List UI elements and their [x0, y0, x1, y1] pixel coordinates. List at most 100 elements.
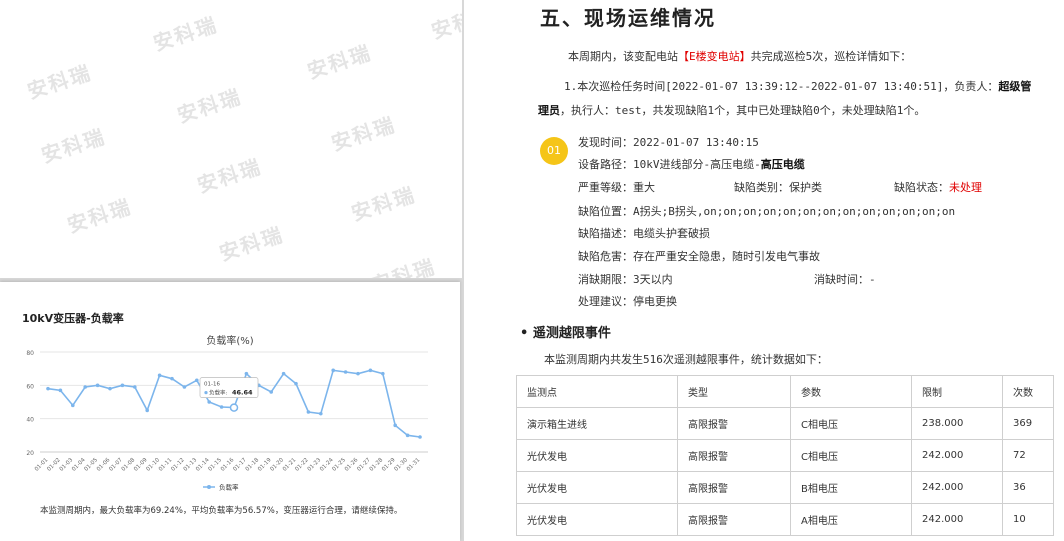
highlight-point [229, 403, 239, 412]
table-cell: B相电压 [790, 471, 912, 504]
data-point [195, 378, 199, 383]
data-point [269, 390, 274, 394]
defect-deadline: 消缺期限：3天以内 [578, 273, 673, 286]
data-point [46, 386, 50, 391]
page-right: 五、现场运维情况 本周期内，该变配电站【E楼变电站】共完成巡检5次，巡检详情如下… [464, 0, 1064, 541]
section-title: 五、现场运维情况 [540, 6, 716, 30]
table-row: 光伏发电 高限报警 B相电压 242.000 36 [516, 471, 1054, 504]
data-point [356, 371, 360, 376]
table-cell: 光伏发电 [516, 439, 678, 472]
table-cell: C相电压 [790, 439, 912, 472]
data-point [418, 435, 422, 439]
data-point [133, 385, 137, 389]
table-cell: C相电压 [790, 407, 912, 440]
watermark: 安科瑞 [348, 182, 419, 226]
chart-summary: 本监测周期内，最大负载率为69.24%，平均负载率为56.57%，变压器运行合理… [40, 506, 403, 516]
data-point [381, 371, 385, 376]
y-tick-label: 60 [26, 383, 34, 390]
defect-category: 缺陷类别：保护类 [734, 181, 822, 194]
data-point [405, 433, 410, 438]
table-cell: 光伏发电 [516, 503, 678, 536]
table-header-row: 监测点 类型 参数 限制 次数 [516, 375, 1054, 408]
watermark: 安科瑞 [24, 60, 95, 104]
data-point [108, 386, 112, 391]
data-point [145, 408, 149, 413]
data-point [393, 423, 398, 428]
y-tick-label: 80 [26, 350, 34, 357]
table-cell: 72 [1002, 439, 1054, 472]
y-tick-label: 20 [26, 450, 34, 457]
task-line-1: 1.本次巡检任务时间[2022-01-07 13:39:12--2022-01-… [564, 80, 1032, 93]
data-point [182, 385, 187, 389]
data-point [219, 405, 224, 409]
table-cell: 242.000 [911, 439, 1003, 472]
tooltip-value: 46.64 [232, 389, 253, 397]
data-point [95, 383, 100, 388]
data-point [170, 376, 174, 381]
table-cell: 10 [1002, 503, 1054, 536]
page-top-left: 安科瑞 安科瑞 安科瑞 安科瑞 安科瑞 安科瑞 安科瑞 安科瑞 安科瑞 安科瑞 … [0, 0, 462, 278]
table-cell: 369 [1002, 407, 1054, 440]
watermark: 安科瑞 [428, 0, 462, 44]
data-point [207, 400, 211, 404]
data-point [244, 371, 249, 376]
table-cell: 光伏发电 [516, 471, 678, 504]
watermark: 安科瑞 [304, 40, 375, 84]
defect-fix-time: 消缺时间：- [814, 273, 876, 286]
table-cell: 高限报警 [677, 407, 791, 440]
telemetry-intro: 本监测周期内共发生516次遥测越限事件，统计数据如下： [544, 353, 828, 366]
legend-label: 负载率 [219, 483, 239, 492]
tooltip-marker [204, 391, 208, 395]
watermark: 安科瑞 [38, 124, 109, 168]
watermark: 安科瑞 [150, 12, 221, 56]
defect-status: 缺陷状态：未处理 [894, 181, 982, 194]
table-header-cell: 类型 [677, 375, 791, 408]
data-point [306, 410, 311, 414]
tooltip-date: 01-16 [204, 382, 220, 388]
watermark: 安科瑞 [64, 194, 135, 238]
defect-path: 设备路径：10kV进线部分-高压电缆-高压电缆 [578, 158, 805, 171]
legend-marker [207, 485, 211, 489]
x-tick-label: 01-31 [406, 457, 422, 473]
table-row: 光伏发电 高限报警 C相电压 242.000 72 [516, 439, 1054, 472]
defect-severity: 严重等级：重大 [578, 181, 655, 194]
table-cell: 242.000 [911, 503, 1003, 536]
telemetry-table: 监测点 类型 参数 限制 次数 演示箱生进线 高限报警 C相电压 238.000… [516, 375, 1054, 536]
data-point [294, 381, 298, 386]
task-line-2: 理员，执行人：test，共发现缺陷1个，其中已处理缺陷0个，未处理缺陷1个。 [538, 104, 926, 117]
table-cell: 高限报警 [677, 471, 791, 504]
intro-line: 本周期内，该变配电站【E楼变电站】共完成巡检5次，巡检详情如下： [568, 50, 912, 63]
table-row: 光伏发电 高限报警 A相电压 242.000 10 [516, 503, 1054, 536]
table-cell: 242.000 [911, 471, 1003, 504]
defect-description: 缺陷描述：电缆头护套破损 [578, 227, 710, 240]
table-cell: 演示箱生进线 [516, 407, 678, 440]
data-point [343, 370, 348, 374]
table-cell: 高限报警 [677, 503, 791, 536]
defect-found-time: 发现时间：2022-01-07 13:40:15 [578, 136, 759, 149]
watermark: 安科瑞 [328, 112, 399, 156]
table-cell: 238.000 [911, 407, 1003, 440]
data-point [368, 368, 373, 373]
table-header-cell: 参数 [790, 375, 912, 408]
table-row: 演示箱生进线 高限报警 C相电压 238.000 369 [516, 407, 1054, 440]
defect-suggestion: 处理建议：停电更换 [578, 295, 677, 308]
page-bottom-left: 10kV变压器-负载率 负载率(%) 20 40 60 80 01-01 01-02 01-… [0, 282, 460, 541]
telemetry-title: • 遥测越限事件 [520, 326, 611, 341]
watermark: 安科瑞 [216, 222, 287, 266]
data-point [281, 371, 286, 376]
table-header-cell: 次数 [1002, 375, 1054, 408]
data-point [157, 373, 162, 378]
data-point [71, 403, 75, 408]
y-tick-label: 40 [26, 417, 34, 424]
defect-hazard: 缺陷危害：存在严重安全隐患，随时引发电气事故 [578, 250, 820, 263]
table-header-cell: 限制 [911, 375, 1003, 408]
table-cell: A相电压 [790, 503, 912, 536]
table-header-cell: 监测点 [516, 375, 678, 408]
data-point [120, 383, 125, 388]
data-point [331, 368, 336, 373]
watermark: 安科瑞 [368, 254, 439, 278]
table-cell: 36 [1002, 471, 1054, 504]
table-cell: 高限报警 [677, 439, 791, 472]
watermark: 安科瑞 [194, 154, 265, 198]
data-point [319, 411, 323, 416]
